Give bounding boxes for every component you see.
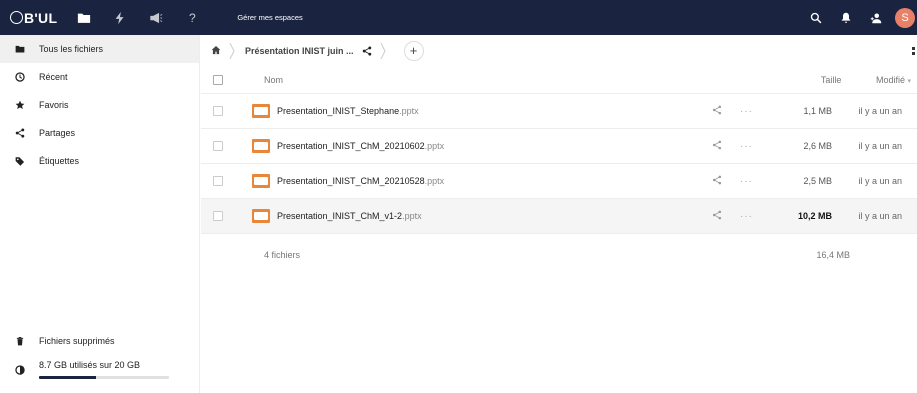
column-header-modified-label: Modifié [875,74,905,85]
file-extension: .pptx [402,211,422,221]
total-size: 16,4 MB [816,250,850,260]
file-modified: il y a un an [858,176,902,186]
sidebar-item-label: Fichiers supprimés [39,336,115,346]
row-more-actions-icon[interactable]: ··· [740,211,753,222]
file-name-cell[interactable]: Presentation_INIST_ChM_v1-2 .pptx [252,209,712,223]
file-size: 10,2 MB [797,211,832,221]
folder-icon [14,43,26,55]
new-file-button[interactable]: + [403,40,424,61]
star-icon [14,99,26,111]
row-more-actions-icon[interactable]: ··· [740,141,753,152]
file-size: 2,5 MB [803,176,832,186]
row-checkbox[interactable] [213,176,223,186]
home-icon[interactable] [211,45,221,57]
announcements-megaphone-icon[interactable] [143,8,169,28]
sidebar-item-tags[interactable]: Étiquettes [0,147,199,175]
file-modified: il y a un an [858,211,902,221]
storage-quota[interactable]: 8.7 GB utilisés sur 20 GB [0,355,200,393]
table-row[interactable]: Presentation_INIST_Stephane .pptx ··· 1,1… [201,94,917,129]
pie-chart-icon [14,364,26,376]
table-summary: 4 fichiers 16,4 MB [201,234,917,276]
file-extension: .pptx [424,141,445,151]
sidebar-item-shares[interactable]: Partages [0,119,199,147]
column-header-modified[interactable]: Modifié ▾ [841,75,917,85]
quota-progress-fill [39,376,96,379]
row-checkbox[interactable] [213,141,223,151]
top-bar: B'UL ? Gérer mes espaces S [0,0,917,35]
manage-spaces-link[interactable]: Gérer mes espaces [237,13,302,22]
row-checkbox[interactable] [213,211,223,221]
breadcrumb-separator-icon [380,41,388,61]
file-count: 4 fichiers [264,250,301,260]
row-share-icon[interactable] [712,140,722,152]
breadcrumb-current-folder[interactable]: Présentation INIST juin ... [245,46,354,56]
sidebar: Tous les fichiers Récent Favoris Partage… [0,35,200,393]
clock-icon [14,71,26,83]
tag-icon [14,155,26,167]
file-extension: .pptx [424,176,445,186]
table-header: Nom Taille Modifié ▾ [201,66,917,94]
sidebar-item-favorites[interactable]: Favoris [0,91,199,119]
file-basename: Presentation_INIST_Stephane [277,106,400,116]
table-row[interactable]: Presentation_INIST_ChM_v1-2 .pptx ··· 10,… [201,199,917,234]
main-content: Présentation INIST juin ... + Nom Taille… [201,35,917,393]
select-all-checkbox[interactable] [213,74,223,85]
sidebar-item-label: Étiquettes [39,156,80,166]
column-header-name[interactable]: Nom [264,75,722,85]
sort-caret-icon: ▾ [907,77,911,85]
row-more-actions-icon[interactable]: ··· [740,176,753,187]
column-header-size[interactable]: Taille [802,75,842,85]
notifications-bell-icon[interactable] [835,7,857,29]
row-share-icon[interactable] [712,210,722,222]
presentation-file-icon [252,209,270,223]
presentation-file-icon [252,104,270,118]
file-size: 1,1 MB [803,106,832,116]
logo[interactable]: B'UL [10,10,57,26]
trash-icon [14,335,26,347]
file-extension: .pptx [399,106,419,116]
sidebar-item-label: Tous les fichiers [39,44,104,54]
breadcrumb-separator-icon [229,41,237,61]
row-more-actions-icon[interactable]: ··· [740,106,753,117]
file-table: Nom Taille Modifié ▾ Presentation_INIST_… [201,66,917,276]
sidebar-item-recent[interactable]: Récent [0,63,199,91]
row-share-icon[interactable] [712,105,722,117]
table-row[interactable]: Presentation_INIST_ChM_20210602 .pptx ···… [201,129,917,164]
file-basename: Presentation_INIST_ChM_v1-2 [277,211,403,221]
breadcrumb: Présentation INIST juin ... + [201,35,917,66]
quota-progress-bar [39,376,169,379]
file-name-cell[interactable]: Presentation_INIST_ChM_20210602 .pptx [252,139,712,153]
help-question-icon[interactable]: ? [179,8,205,28]
view-toggle-icon[interactable] [912,47,915,55]
presentation-file-icon [252,139,270,153]
contacts-users-icon[interactable] [865,7,887,29]
logo-circle-icon [10,11,23,24]
files-app-folder-icon[interactable] [71,8,97,28]
file-modified: il y a un an [858,141,902,151]
sidebar-item-deleted-files[interactable]: Fichiers supprimés [0,327,200,355]
sidebar-item-label: Favoris [39,100,69,110]
share-icon [14,127,26,139]
table-row[interactable]: Presentation_INIST_ChM_20210528 .pptx ···… [201,164,917,199]
presentation-file-icon [252,174,270,188]
activity-bolt-icon[interactable] [107,8,133,28]
sidebar-item-label: Partages [39,128,76,138]
row-share-icon[interactable] [712,175,722,187]
file-name-cell[interactable]: Presentation_INIST_Stephane .pptx [252,104,712,118]
user-avatar[interactable]: S [895,7,915,28]
folder-share-icon[interactable] [362,45,372,56]
file-name-cell[interactable]: Presentation_INIST_ChM_20210528 .pptx [252,174,712,188]
row-checkbox[interactable] [213,106,223,116]
sidebar-item-label: Récent [39,72,68,82]
file-basename: Presentation_INIST_ChM_20210528 [277,176,425,186]
file-size: 2,6 MB [803,141,832,151]
logo-text: B'UL [24,9,58,26]
search-icon[interactable] [805,7,827,29]
quota-text: 8.7 GB utilisés sur 20 GB [39,360,141,370]
file-basename: Presentation_INIST_ChM_20210602 [277,141,425,151]
sidebar-item-all-files[interactable]: Tous les fichiers [0,35,199,63]
file-modified: il y a un an [858,106,902,116]
